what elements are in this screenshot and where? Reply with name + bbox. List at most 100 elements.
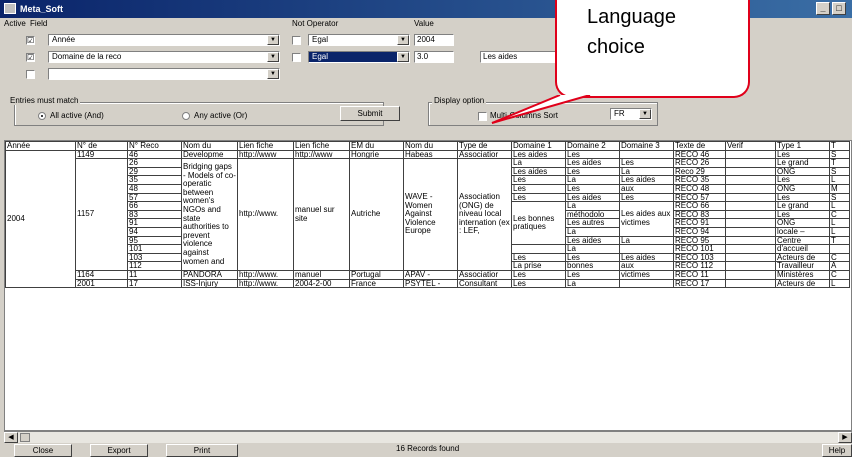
cell[interactable]: RECO 112 — [673, 261, 726, 271]
lien1-cell[interactable]: http://www. — [237, 158, 294, 271]
col-header[interactable]: Domaine 1 — [511, 141, 566, 151]
cell[interactable]: victimes — [619, 269, 674, 280]
multi-columns-checkbox[interactable] — [478, 112, 487, 121]
cell[interactable]: RECO 17 — [673, 278, 726, 289]
cell[interactable]: RECO 66 — [673, 201, 726, 211]
cell[interactable] — [725, 201, 776, 211]
d1-mid-cell[interactable]: Les bonnes pratiques — [511, 201, 566, 246]
cell[interactable] — [725, 226, 776, 237]
chevron-down-icon[interactable]: ▼ — [267, 52, 279, 62]
cell[interactable]: Travailleur — [775, 261, 830, 271]
row2-field-select[interactable]: Domaine de la reco ▼ — [48, 51, 280, 63]
close-button[interactable]: Close — [14, 444, 72, 457]
cell[interactable] — [619, 278, 674, 289]
cell[interactable]: Les aides — [619, 252, 674, 263]
cell[interactable] — [619, 244, 674, 254]
chevron-down-icon[interactable]: ▼ — [267, 69, 279, 79]
cell[interactable]: La — [619, 166, 674, 177]
cell[interactable]: Les — [511, 269, 566, 280]
cell[interactable]: d'accueil — [775, 244, 830, 254]
cell[interactable]: RECO 57 — [673, 192, 726, 203]
cell[interactable]: Les — [775, 175, 830, 185]
cell[interactable]: Associatior — [457, 149, 512, 160]
cell[interactable]: L — [829, 175, 850, 185]
maximize-button[interactable]: □ — [832, 2, 846, 15]
col-header[interactable]: Nom du — [403, 141, 458, 151]
cell[interactable]: Les — [565, 149, 620, 160]
export-button[interactable]: Export — [90, 444, 148, 457]
cell[interactable]: 112 — [127, 261, 182, 271]
horizontal-scrollbar[interactable]: ◀ ▶ — [4, 431, 852, 443]
chevron-down-icon[interactable]: ▼ — [267, 35, 279, 45]
cell[interactable]: méthodolo — [565, 209, 620, 220]
em-cell[interactable]: Autriche — [349, 158, 404, 271]
cell[interactable]: ONG — [775, 166, 830, 177]
row1-operator-select[interactable]: Egal ▼ — [308, 34, 410, 46]
col-header[interactable]: Lien fiche — [293, 141, 350, 151]
cell[interactable]: Developme — [181, 149, 238, 160]
cell[interactable]: 57 — [127, 192, 182, 203]
cell[interactable] — [725, 149, 776, 160]
col-header[interactable]: N° Reco — [127, 141, 182, 151]
nom-cell[interactable]: Bridging gaps - Models of co-operatic be… — [181, 158, 238, 271]
cell[interactable]: 94 — [127, 226, 182, 237]
cell[interactable]: 103 — [127, 252, 182, 263]
cell[interactable]: http://www. — [237, 269, 294, 280]
cell[interactable]: Les — [775, 149, 830, 160]
cell[interactable]: Acteurs de — [775, 252, 830, 263]
row1-not-checkbox[interactable] — [292, 36, 301, 45]
col-header[interactable]: Domaine 2 — [565, 141, 620, 151]
cell[interactable]: 29 — [127, 166, 182, 177]
cell[interactable]: Les aides — [565, 235, 620, 246]
cell[interactable]: 2004-2-00 — [293, 278, 350, 289]
cell[interactable] — [725, 192, 776, 203]
col-header[interactable]: Domaine 3 — [619, 141, 674, 151]
cell[interactable] — [725, 166, 776, 177]
cell[interactable]: RECO 46 — [673, 149, 726, 160]
cell[interactable]: S — [829, 149, 850, 160]
cell[interactable] — [725, 252, 776, 263]
cell[interactable] — [725, 175, 776, 185]
cell[interactable]: Les aides — [511, 166, 566, 177]
cell[interactable]: 17 — [127, 278, 182, 289]
cell[interactable]: Les — [511, 252, 566, 263]
cell[interactable] — [725, 183, 776, 194]
cell[interactable]: Centre — [775, 235, 830, 246]
cell[interactable]: Les — [565, 183, 620, 194]
cell[interactable]: http://www — [237, 149, 294, 160]
cell[interactable]: http://www. — [237, 278, 294, 289]
cell[interactable]: Les aides — [511, 149, 566, 160]
cell[interactable]: S — [829, 166, 850, 177]
minimize-button[interactable]: _ — [816, 2, 830, 15]
col-header[interactable]: EM du — [349, 141, 404, 151]
cell[interactable]: Hongrie — [349, 149, 404, 160]
cell[interactable]: 26 — [127, 158, 182, 168]
col-header[interactable]: Type de — [457, 141, 512, 151]
cell[interactable]: Associatior — [457, 269, 512, 280]
row2-active-checkbox[interactable]: ☑ — [26, 53, 35, 62]
cell[interactable]: La — [565, 226, 620, 237]
cell[interactable]: 83 — [127, 209, 182, 220]
annee-cell[interactable]: 2004 — [5, 149, 76, 289]
lien2-cell[interactable]: manuel sur site — [293, 158, 350, 271]
d3-mid-cell[interactable]: Les aides aux victimes — [619, 201, 674, 237]
cell[interactable]: La prise — [511, 261, 566, 271]
cell[interactable]: PSYTEL - — [403, 278, 458, 289]
chevron-down-icon[interactable]: ▼ — [397, 35, 409, 45]
cell[interactable]: Portugal — [349, 269, 404, 280]
cell[interactable]: C — [829, 209, 850, 220]
cell[interactable]: 11 — [127, 269, 182, 280]
cell[interactable] — [725, 235, 776, 246]
cell[interactable]: Les — [619, 158, 674, 168]
cell[interactable]: ISS-Injury — [181, 278, 238, 289]
col-header[interactable]: N° de — [75, 141, 128, 151]
cell[interactable]: L — [829, 201, 850, 211]
cell[interactable]: L — [829, 226, 850, 237]
cell[interactable]: RECO 26 — [673, 158, 726, 168]
cell[interactable]: Les — [775, 209, 830, 220]
row3-field-select[interactable]: ▼ — [48, 68, 280, 80]
cell[interactable]: C — [829, 252, 850, 263]
cell[interactable]: Les — [511, 278, 566, 289]
cell[interactable]: Reco 29 — [673, 166, 726, 177]
cell[interactable]: RECO 11 — [673, 269, 726, 280]
